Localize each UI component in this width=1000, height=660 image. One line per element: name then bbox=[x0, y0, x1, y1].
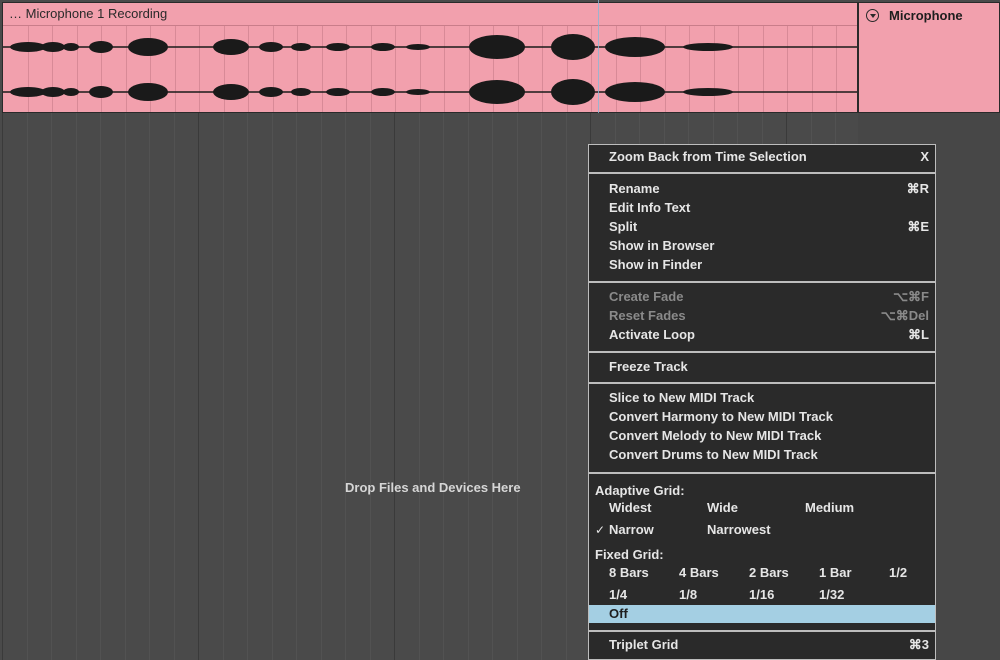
menu-item-edit-info[interactable]: Edit Info Text bbox=[609, 199, 929, 217]
grid-option-2-bars[interactable]: 2 Bars bbox=[749, 564, 789, 582]
menu-shortcut: ⌥⌘Del bbox=[880, 308, 929, 323]
grid-line bbox=[321, 113, 322, 660]
track-header[interactable]: Microphone bbox=[858, 2, 1000, 113]
menu-item-reset-fades: Reset Fades ⌥⌘Del bbox=[609, 307, 929, 325]
grid-line bbox=[370, 113, 371, 660]
menu-shortcut: ⌘3 bbox=[908, 637, 929, 652]
grid-option-1-2[interactable]: 1/2 bbox=[889, 564, 907, 582]
menu-item-convert-drums[interactable]: Convert Drums to New MIDI Track bbox=[609, 446, 929, 464]
grid-line bbox=[419, 113, 420, 660]
grid-line bbox=[247, 113, 248, 660]
menu-item-label: Split bbox=[609, 219, 638, 234]
menu-item-convert-harmony[interactable]: Convert Harmony to New MIDI Track bbox=[609, 408, 929, 426]
grid-option-1-32[interactable]: 1/32 bbox=[819, 586, 844, 604]
grid-option-1-4[interactable]: 1/4 bbox=[609, 586, 627, 604]
grid-line bbox=[149, 113, 150, 660]
grid-option-1-bar[interactable]: 1 Bar bbox=[819, 564, 852, 582]
context-menu: Zoom Back from Time Selection X Rename ⌘… bbox=[588, 144, 936, 660]
menu-item-create-fade: Create Fade ⌥⌘F bbox=[609, 288, 929, 306]
menu-item-label: Reset Fades bbox=[609, 308, 686, 323]
menu-item-convert-melody[interactable]: Convert Melody to New MIDI Track bbox=[609, 427, 929, 445]
menu-divider bbox=[589, 351, 935, 353]
grid-line bbox=[566, 113, 567, 660]
adaptive-grid-header: Adaptive Grid: bbox=[595, 483, 685, 498]
grid-option-wide[interactable]: Wide bbox=[707, 499, 738, 517]
grid-option-narrow[interactable]: Narrow bbox=[609, 521, 654, 539]
menu-divider bbox=[589, 472, 935, 474]
grid-line bbox=[468, 113, 469, 660]
menu-item-rename[interactable]: Rename ⌘R bbox=[609, 180, 929, 198]
drop-files-hint: Drop Files and Devices Here bbox=[345, 480, 521, 495]
menu-shortcut: ⌘L bbox=[908, 327, 929, 342]
grid-line bbox=[174, 113, 175, 660]
grid-line bbox=[27, 113, 28, 660]
menu-item-label: Show in Finder bbox=[609, 257, 703, 272]
grid-line bbox=[223, 113, 224, 660]
menu-item-label: Show in Browser bbox=[609, 238, 715, 253]
menu-item-label: Convert Melody to New MIDI Track bbox=[609, 428, 822, 443]
menu-item-label: Edit Info Text bbox=[609, 200, 691, 215]
menu-item-label: Triplet Grid bbox=[609, 637, 679, 652]
grid-line bbox=[198, 113, 199, 660]
checkmark-icon: ✓ bbox=[595, 523, 606, 537]
fixed-grid-header: Fixed Grid: bbox=[595, 547, 664, 562]
menu-item-label: Activate Loop bbox=[609, 327, 695, 342]
menu-item-zoom-back[interactable]: Zoom Back from Time Selection X bbox=[609, 148, 929, 166]
menu-item-label: Slice to New MIDI Track bbox=[609, 390, 755, 405]
menu-item-show-in-browser[interactable]: Show in Browser bbox=[609, 237, 929, 255]
grid-line bbox=[394, 113, 395, 660]
grid-line bbox=[296, 113, 297, 660]
grid-line bbox=[2, 113, 3, 660]
track-name: Microphone bbox=[889, 8, 963, 23]
grid-option-4-bars[interactable]: 4 Bars bbox=[679, 564, 719, 582]
grid-line bbox=[443, 113, 444, 660]
track-fold-icon[interactable] bbox=[866, 9, 879, 22]
grid-option-off-label: Off bbox=[609, 606, 628, 621]
grid-line bbox=[125, 113, 126, 660]
grid-line bbox=[100, 113, 101, 660]
grid-line bbox=[492, 113, 493, 660]
grid-line bbox=[51, 113, 52, 660]
menu-item-label: Zoom Back from Time Selection bbox=[609, 149, 807, 164]
grid-option-1-16[interactable]: 1/16 bbox=[749, 586, 774, 604]
menu-divider bbox=[589, 630, 935, 632]
grid-option-widest[interactable]: Widest bbox=[609, 499, 652, 517]
grid-option-8-bars[interactable]: 8 Bars bbox=[609, 564, 649, 582]
grid-option-medium[interactable]: Medium bbox=[805, 499, 854, 517]
grid-line bbox=[517, 113, 518, 660]
menu-item-label: Rename bbox=[609, 181, 660, 196]
menu-item-label: Convert Harmony to New MIDI Track bbox=[609, 409, 833, 424]
menu-shortcut: ⌘R bbox=[906, 181, 929, 196]
grid-option-off[interactable]: Off bbox=[589, 605, 935, 623]
grid-option-1-8[interactable]: 1/8 bbox=[679, 586, 697, 604]
audio-clip[interactable]: … Microphone 1 Recording bbox=[2, 2, 858, 113]
menu-item-activate-loop[interactable]: Activate Loop ⌘L bbox=[609, 326, 929, 344]
grid-option-narrowest[interactable]: Narrowest bbox=[707, 521, 771, 539]
menu-divider bbox=[589, 281, 935, 283]
menu-item-show-in-finder[interactable]: Show in Finder bbox=[609, 256, 929, 274]
menu-item-split[interactable]: Split ⌘E bbox=[609, 218, 929, 236]
menu-shortcut: X bbox=[920, 149, 929, 164]
grid-line bbox=[272, 113, 273, 660]
menu-item-triplet-grid[interactable]: Triplet Grid ⌘3 bbox=[609, 636, 929, 654]
menu-item-label: Convert Drums to New MIDI Track bbox=[609, 447, 818, 462]
menu-item-label: Create Fade bbox=[609, 289, 684, 304]
clip-title: … Microphone 1 Recording bbox=[9, 6, 168, 21]
menu-item-slice-to-midi[interactable]: Slice to New MIDI Track bbox=[609, 389, 929, 407]
playhead bbox=[598, 0, 599, 113]
menu-divider bbox=[589, 172, 935, 174]
grid-line bbox=[541, 113, 542, 660]
menu-item-freeze-track[interactable]: Freeze Track bbox=[609, 358, 929, 376]
menu-item-label: Freeze Track bbox=[609, 359, 688, 374]
menu-shortcut: ⌘E bbox=[907, 219, 929, 234]
grid-line bbox=[76, 113, 77, 660]
menu-divider bbox=[589, 382, 935, 384]
grid-line bbox=[345, 113, 346, 660]
menu-shortcut: ⌥⌘F bbox=[893, 289, 929, 304]
clip-waveform bbox=[3, 26, 857, 112]
